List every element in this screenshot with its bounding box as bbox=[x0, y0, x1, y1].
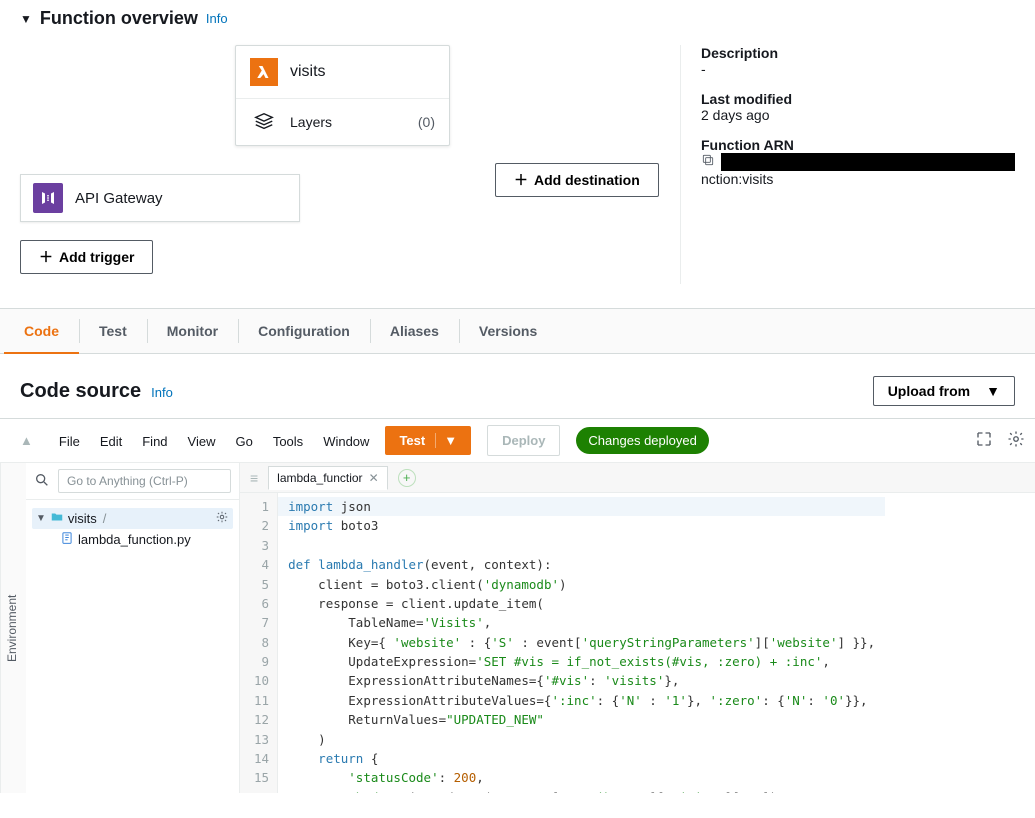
arn-suffix: nction:visits bbox=[701, 171, 1015, 187]
code-content[interactable]: import jsonimport boto3 def lambda_handl… bbox=[278, 493, 885, 793]
collapse-caret-icon[interactable]: ▼ bbox=[20, 12, 32, 26]
goto-anything-input[interactable]: Go to Anything (Ctrl-P) bbox=[58, 469, 231, 493]
menu-go[interactable]: Go bbox=[225, 430, 262, 453]
line-gutter: 123456789101112131415161718 bbox=[240, 493, 278, 793]
plus-icon: ＋ bbox=[514, 170, 528, 190]
tab-test[interactable]: Test bbox=[79, 309, 147, 353]
trigger-name: API Gateway bbox=[75, 190, 163, 207]
ide-deploy-button: Deploy bbox=[487, 425, 560, 456]
chevron-down-icon: ▼ bbox=[36, 513, 46, 524]
layers-row[interactable]: Layers (0) bbox=[236, 98, 449, 145]
new-tab-button[interactable]: + bbox=[398, 469, 416, 487]
designer-diagram: visits Layers (0) ＋ Add destination bbox=[20, 45, 680, 284]
last-modified-value: 2 days ago bbox=[701, 107, 1015, 123]
description-value: - bbox=[701, 61, 1015, 77]
function-meta-panel: Description - Last modified 2 days ago F… bbox=[680, 45, 1015, 284]
plus-icon: ＋ bbox=[39, 247, 53, 267]
tab-aliases[interactable]: Aliases bbox=[370, 309, 459, 353]
arn-label: Function ARN bbox=[701, 137, 1015, 153]
tab-versions[interactable]: Versions bbox=[459, 309, 557, 353]
overview-info-link[interactable]: Info bbox=[206, 11, 228, 26]
test-dropdown-icon[interactable]: ▼ bbox=[435, 433, 457, 448]
menu-tools[interactable]: Tools bbox=[263, 430, 313, 453]
arn-redacted bbox=[721, 153, 1015, 171]
function-name: visits bbox=[290, 63, 326, 81]
menu-view[interactable]: View bbox=[178, 430, 226, 453]
tab-configuration[interactable]: Configuration bbox=[238, 309, 370, 353]
upload-from-button[interactable]: Upload from ▼ bbox=[873, 376, 1015, 406]
code-source-info-link[interactable]: Info bbox=[151, 385, 173, 400]
editor-file-tab[interactable]: lambda_functior ✕ bbox=[268, 466, 387, 490]
function-overview-section: ▼ Function overview Info visits Layers (… bbox=[0, 0, 1035, 304]
tab-handle-icon: ≡ bbox=[240, 470, 268, 486]
menu-window[interactable]: Window bbox=[313, 430, 379, 453]
add-destination-button[interactable]: ＋ Add destination bbox=[495, 163, 659, 197]
tree-gear-icon[interactable] bbox=[215, 510, 229, 527]
search-icon[interactable] bbox=[34, 472, 50, 491]
file-explorer: Go to Anything (Ctrl-P) ▼ visits / lambd… bbox=[26, 463, 240, 793]
folder-icon bbox=[50, 510, 64, 527]
add-trigger-button[interactable]: ＋ Add trigger bbox=[20, 240, 153, 274]
editor-tab-strip: ≡ lambda_functior ✕ + bbox=[240, 463, 1035, 493]
tree-root-folder[interactable]: ▼ visits / bbox=[32, 508, 233, 529]
caret-down-icon: ▼ bbox=[986, 383, 1000, 399]
lambda-icon bbox=[250, 58, 278, 86]
fullscreen-icon[interactable] bbox=[975, 430, 993, 451]
menu-file[interactable]: File bbox=[49, 430, 90, 453]
python-file-icon bbox=[60, 531, 74, 548]
code-editor[interactable]: 123456789101112131415161718 import jsoni… bbox=[240, 493, 1035, 793]
copy-icon[interactable] bbox=[701, 153, 715, 170]
ide-menubar: ▲ FileEditFindViewGoToolsWindow Test ▼ D… bbox=[0, 419, 1035, 463]
gear-icon[interactable] bbox=[1007, 430, 1025, 451]
cloud9-ide: ▲ FileEditFindViewGoToolsWindow Test ▼ D… bbox=[0, 418, 1035, 793]
overview-header[interactable]: ▼ Function overview Info bbox=[20, 8, 1015, 29]
description-label: Description bbox=[701, 45, 1015, 61]
layers-icon bbox=[250, 111, 278, 133]
layers-label: Layers bbox=[290, 114, 332, 130]
menu-edit[interactable]: Edit bbox=[90, 430, 132, 453]
environment-side-tab[interactable]: Environment bbox=[0, 463, 26, 793]
trigger-card[interactable]: API Gateway bbox=[20, 174, 300, 222]
tree-file-label: lambda_function.py bbox=[78, 532, 191, 547]
menu-up-icon: ▲ bbox=[10, 429, 43, 452]
tree-file-item[interactable]: lambda_function.py bbox=[32, 529, 233, 550]
function-card[interactable]: visits Layers (0) bbox=[235, 45, 450, 146]
menu-find[interactable]: Find bbox=[132, 430, 177, 453]
layers-count: (0) bbox=[418, 114, 435, 130]
overview-title: Function overview bbox=[40, 8, 198, 29]
tab-monitor[interactable]: Monitor bbox=[147, 309, 238, 353]
ide-test-button[interactable]: Test ▼ bbox=[385, 426, 471, 455]
tree-root-label: visits bbox=[68, 511, 97, 526]
tab-code[interactable]: Code bbox=[4, 309, 79, 353]
api-gateway-icon bbox=[33, 183, 63, 213]
last-modified-label: Last modified bbox=[701, 91, 1015, 107]
deploy-status-badge: Changes deployed bbox=[576, 427, 708, 454]
code-source-title: Code source bbox=[20, 380, 141, 403]
close-icon[interactable]: ✕ bbox=[369, 471, 379, 485]
lambda-tabs: CodeTestMonitorConfigurationAliasesVersi… bbox=[0, 308, 1035, 354]
